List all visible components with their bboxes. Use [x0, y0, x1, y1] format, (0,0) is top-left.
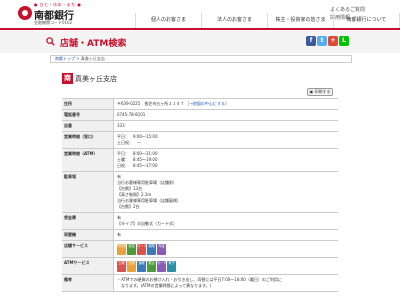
atm-services-label: ATMサービス: [62, 258, 114, 274]
store-services-label: 店舗サービス: [62, 241, 114, 257]
breadcrumb-home[interactable]: 南都トップ: [55, 56, 75, 61]
parking-line: 【台数】2台: [117, 204, 140, 209]
map-center-link[interactable]: ［→地図の中心にする］: [186, 101, 229, 106]
notes-line: なります。(ATMの営業時間によって異なります。): [117, 283, 212, 288]
branch-info-table: 住所 〒639-0225 香芝市五ヶ所２１４７ ［→地図の中心にする］ 電話番号…: [62, 98, 338, 292]
bank-logo[interactable]: ● ひと・ゆめ・まち ● 南都銀行 金融機関コード0162: [18, 2, 128, 26]
address-cell: 〒639-0225 香芝市五ヶ所２１４７ ［→地図の中心にする］: [114, 99, 338, 109]
facebook-icon[interactable]: f: [306, 36, 316, 46]
atm-hours-label: 営業時間（ATM）: [62, 149, 114, 171]
atm-service-icon: 電子: [167, 261, 176, 272]
line-icon[interactable]: L: [339, 36, 349, 46]
logo-institution-code: 金融機関コード0162: [34, 20, 73, 25]
breadcrumb: 南都トップ > 真美ヶ丘支店: [50, 55, 352, 63]
table-row: 備考 ・ATMでの硬貨のお預け入れ・お引き出し、両替には平日7:00～18:00…: [62, 275, 338, 292]
store-service-icon: 投信: [127, 244, 136, 255]
atm-service-icon: 振込: [147, 261, 156, 272]
branch-heading: 南 真美ヶ丘支店: [62, 73, 117, 84]
nav-investors[interactable]: 株主・投資家の皆さま: [267, 13, 333, 28]
table-row: ATMサービス 土曜 日祝 通帳 振込 カード 電子: [62, 258, 338, 275]
search-icon: [46, 37, 55, 46]
table-row: 営業時間（ATM） 平日： 8:00～21:00 土曜： 8:45～19:00 …: [62, 149, 338, 172]
nav-personal[interactable]: 個人のお客さま: [135, 13, 201, 28]
atm-services-value: 土曜 日祝 通帳 振込 カード 電子: [114, 258, 338, 274]
table-row: 店番 333: [62, 121, 338, 132]
table-row: 貸金庫 有 【タイプ】半自動式（カード式）: [62, 213, 338, 230]
table-row: 営業時間（窓口） 平日： 9:00～15:00 土日祝： —: [62, 132, 338, 149]
breadcrumb-current: 真美ヶ丘支店: [80, 56, 105, 61]
safe-deposit-label: 貸金庫: [62, 213, 114, 229]
notes-value: ・ATMでの硬貨のお預け入れ・お引き出し、両替には平日7:00～18:00（曜日…: [114, 275, 338, 291]
print-button-label: 印刷する: [314, 89, 331, 94]
branch-badge-icon: 南: [62, 73, 73, 84]
store-service-icon: ローン: [137, 244, 146, 255]
nav-corporate[interactable]: 法人のお客さま: [201, 13, 267, 28]
branch-name: 真美ヶ丘支店: [75, 74, 117, 83]
table-row: 駐車場 有 当行お客様専用駐車場（店舗前） 【台数】13台 【高さ制限】2.1m…: [62, 172, 338, 213]
notes-label: 備考: [62, 275, 114, 291]
atm-service-icons: 土曜 日祝 通帳 振込 カード 電子: [117, 260, 335, 272]
print-button[interactable]: ▣ 印刷する: [307, 88, 333, 96]
atm-hours-value: 平日： 8:00～21:00 土曜： 8:45～19:00 日祝： 8:45～1…: [114, 149, 338, 171]
atm-service-icon: 通帳: [137, 261, 146, 272]
counter-hours-label: 営業時間（窓口）: [62, 132, 114, 148]
store-number-value: 333: [117, 123, 125, 128]
atm-hours-line: 日祝： 8:45～17:00: [117, 163, 158, 168]
store-service-icons: 外貨両替投信ローン保険年金: [117, 243, 335, 255]
site-header: ● ひと・ゆめ・まち ● 南都銀行 金融機関コード0162 よくあるご質問 採用…: [0, 0, 400, 28]
counter-hours-value: 平日： 9:00～15:00 土日祝： —: [114, 132, 338, 148]
atm-service-icon: 土曜: [117, 261, 126, 272]
share-buttons: f t + L: [306, 36, 349, 46]
twitter-icon[interactable]: t: [317, 36, 327, 46]
google-plus-icon[interactable]: +: [328, 36, 338, 46]
phone-value: 0745-78-8101: [117, 112, 146, 117]
nav-about[interactable]: 南都銀行について: [333, 13, 400, 28]
store-number-label: 店番: [62, 121, 114, 131]
address-value: 〒639-0225 香芝市五ヶ所２１４７: [117, 101, 185, 106]
table-row: 住所 〒639-0225 香芝市五ヶ所２１４７ ［→地図の中心にする］: [62, 99, 338, 110]
parking-label: 駐車場: [62, 172, 114, 212]
store-service-icon: 保険: [147, 244, 156, 255]
safe-deposit-value: 有 【タイプ】半自動式（カード式）: [114, 213, 338, 229]
header-divider: [0, 28, 400, 30]
page-title: 店舗・ATM検索: [60, 39, 127, 49]
address-label: 住所: [62, 99, 114, 109]
store-services-value: 外貨両替投信ローン保険年金: [114, 241, 338, 257]
exchange-machine-label: 両替機: [62, 230, 114, 240]
atm-service-icon: カード: [157, 261, 166, 272]
store-service-icon: 外貨両替: [117, 244, 126, 255]
table-row: 電話番号 0745-78-8101: [62, 110, 338, 121]
safe-deposit-line: 【タイプ】半自動式（カード式）: [117, 221, 177, 226]
global-nav: 個人のお客さま 法人のお客さま 株主・投資家の皆さま 南都銀行について: [135, 13, 400, 28]
table-row: 店舗サービス 外貨両替投信ローン保険年金: [62, 241, 338, 258]
exchange-machine-value: 有: [117, 232, 121, 237]
table-row: 両替機 有: [62, 230, 338, 241]
store-service-icon: 年金: [157, 244, 166, 255]
phone-label: 電話番号: [62, 110, 114, 120]
parking-value: 有 当行お客様専用駐車場（店舗前） 【台数】13台 【高さ制限】2.1m 当行お…: [114, 172, 338, 212]
counter-hours-line: 土日祝： —: [117, 140, 141, 145]
bank-logo-mark: [18, 6, 32, 20]
atm-service-icon: 日祝: [127, 261, 136, 272]
